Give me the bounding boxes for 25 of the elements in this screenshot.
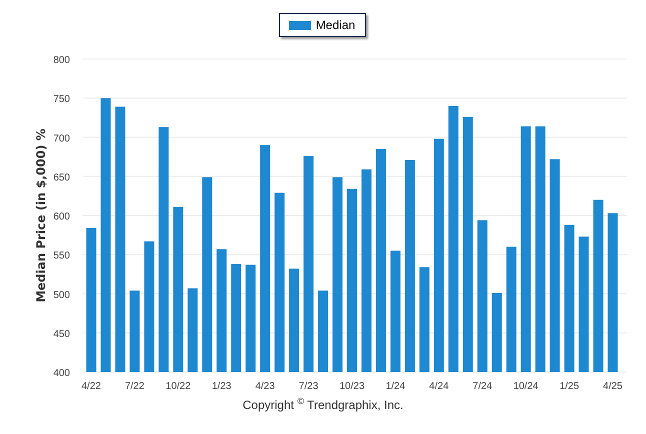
axis-tick-label: 1/23 <box>212 381 232 392</box>
axis-title: Median Price (in $,000) % <box>34 128 48 302</box>
axis-tick-label: 10/23 <box>339 381 365 392</box>
axis-tick-label: 450 <box>53 328 70 340</box>
axis-tick-label: 750 <box>53 94 70 106</box>
axis-tick-label: 800 <box>53 55 70 66</box>
axis-tick-label: 7/23 <box>298 381 318 392</box>
axis-tick-label: 7/22 <box>124 381 144 392</box>
axis-tick-label: 600 <box>53 212 70 222</box>
axis-tick-label: 1/24 <box>386 381 406 392</box>
axis-tick-label: 4/22 <box>82 381 101 392</box>
axis-tick-label: 7/24 <box>472 381 492 392</box>
axis-tick-label: 4/24 <box>429 381 449 392</box>
axis-tick-label: 10/24 <box>513 381 538 392</box>
axis-tick-label: 4/23 <box>255 381 275 392</box>
axis-tick-label: 4/25 <box>603 381 622 392</box>
axis-tick-label: 1/25 <box>560 381 580 392</box>
axis-tick-label: 650 <box>53 172 70 184</box>
axis-tick-label: 550 <box>53 250 70 262</box>
axis-tick-label: 700 <box>53 133 70 144</box>
axis-tick-label: 500 <box>53 290 70 301</box>
legend-label: Median <box>316 18 356 32</box>
axis-tick-label: 10/22 <box>166 381 191 392</box>
copyright-text: Copyright $^{©}$ Trendgraphix, Inc. <box>242 396 404 412</box>
axis-tick-label: 400 <box>53 368 70 379</box>
